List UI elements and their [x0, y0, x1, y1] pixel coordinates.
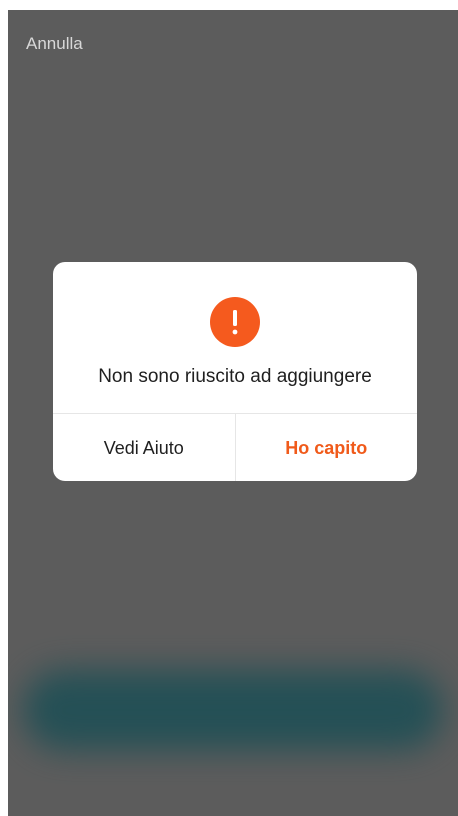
blurred-background-element	[23, 670, 443, 750]
dialog-message: Non sono riuscito ad aggiungere	[98, 366, 372, 387]
help-button[interactable]: Vedi Aiuto	[53, 414, 236, 481]
dialog-actions: Vedi Aiuto Ho capito	[53, 413, 417, 481]
exclamation-alert-icon	[210, 297, 260, 347]
cancel-button[interactable]: Annulla	[26, 34, 83, 54]
screen: Annulla Non sono riuscito ad aggiungere …	[8, 10, 458, 816]
got-it-button[interactable]: Ho capito	[236, 414, 418, 481]
error-dialog: Non sono riuscito ad aggiungere Vedi Aiu…	[53, 262, 417, 481]
